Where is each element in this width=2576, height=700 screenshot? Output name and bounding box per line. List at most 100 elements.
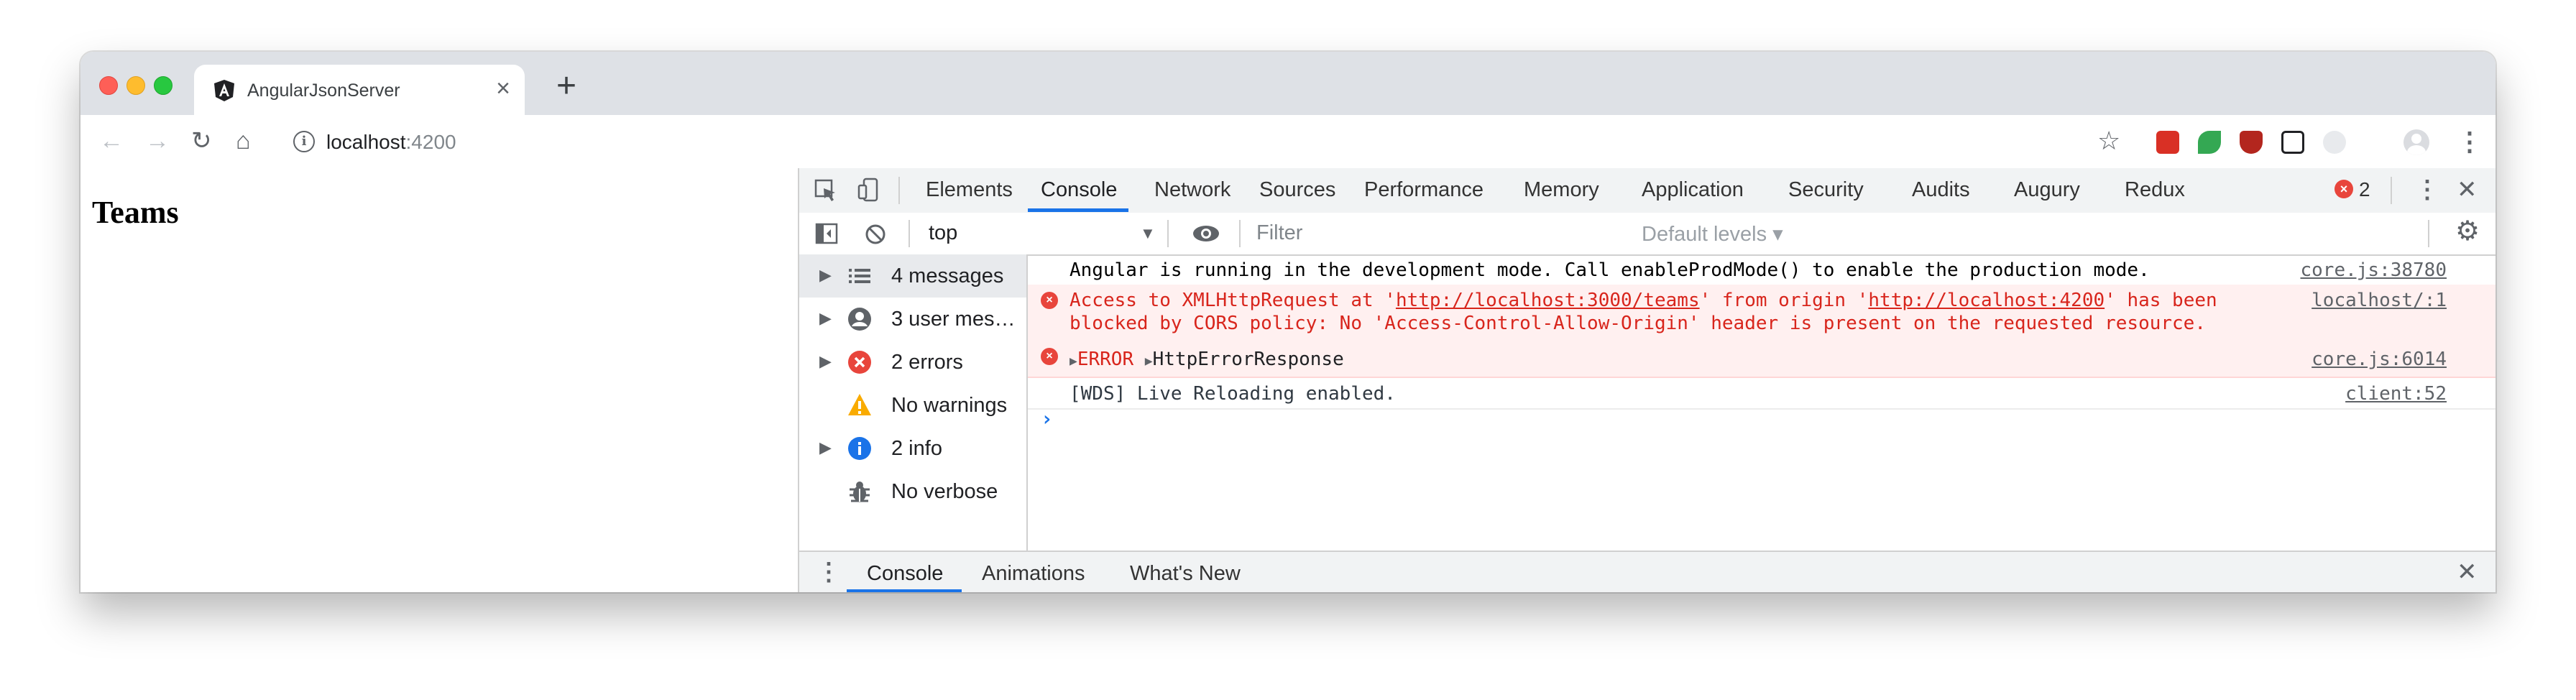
bookmark-star-icon[interactable]: ☆ <box>2097 126 2120 155</box>
tab-title: AngularJsonServer <box>247 80 400 101</box>
error-count-icon[interactable]: × <box>2334 180 2353 198</box>
separator <box>898 177 900 204</box>
sidebar-item-label: 2 errors <box>891 351 963 374</box>
devtools-menu-icon[interactable]: ⋮ <box>2415 175 2439 204</box>
extension-hex-icon[interactable] <box>2323 131 2346 154</box>
drawer-tab-console[interactable]: Console <box>867 562 943 586</box>
browser-toolbar: ← → ↻ ⌂ i localhost:4200 ☆ ⋮ <box>80 115 2496 170</box>
sidebar-item-label: 2 info <box>891 437 942 460</box>
tab-audits[interactable]: Audits <box>1912 178 1970 202</box>
extension-lastpass-icon[interactable] <box>2156 131 2179 154</box>
new-tab-button[interactable]: + <box>556 66 576 106</box>
home-icon[interactable]: ⌂ <box>236 125 251 157</box>
error-icon <box>848 351 871 374</box>
message-text: [WDS] Live Reloading enabled. <box>1070 383 1396 405</box>
list-icon <box>849 269 870 283</box>
page-viewport: Teams <box>80 168 799 592</box>
drawer-tab-animations[interactable]: Animations <box>982 562 1085 586</box>
page-title: Teams <box>92 195 179 230</box>
sidebar-item-messages[interactable]: ▶ 4 messages <box>799 254 1026 298</box>
drawer-tab-whats-new[interactable]: What's New <box>1130 562 1241 586</box>
message-text: Access to XMLHttpRequest at 'http://loca… <box>1070 290 2217 334</box>
expand-arrow-icon[interactable]: ▶ <box>819 438 832 457</box>
sidebar-item-warnings[interactable]: No warnings <box>799 384 1026 427</box>
drawer-active-indicator <box>847 589 962 592</box>
browser-window: AngularJsonServer × + ← → ↻ ⌂ i localhos… <box>80 52 2496 592</box>
tab-performance[interactable]: Performance <box>1364 178 1484 202</box>
log-levels-dropdown[interactable]: Default levels ▾ <box>1642 221 1783 247</box>
error-count-badge[interactable]: 2 <box>2359 178 2370 201</box>
clear-console-icon[interactable] <box>864 223 887 246</box>
expand-arrow-icon[interactable]: ▶ <box>819 352 832 371</box>
info-icon <box>848 437 871 460</box>
show-sidebar-icon[interactable] <box>815 223 838 244</box>
address-bar[interactable]: i localhost:4200 <box>282 122 2222 161</box>
maximize-window-button[interactable] <box>154 76 172 95</box>
sidebar-item-user-messages[interactable]: ▶ 3 user mes… <box>799 298 1026 341</box>
browser-tab[interactable]: AngularJsonServer × <box>194 65 525 115</box>
tab-security[interactable]: Security <box>1788 178 1864 202</box>
active-tab-indicator <box>1028 208 1128 212</box>
forward-icon[interactable]: → <box>145 125 170 157</box>
expand-arrow-icon[interactable]: ▶ <box>819 309 832 328</box>
separator <box>2391 177 2392 204</box>
console-message-http-error[interactable]: × ▶ERROR ▶HttpErrorResponse core.js:6014 <box>1028 341 2496 378</box>
message-source-link[interactable]: localhost/:1 <box>2312 289 2447 312</box>
separator <box>1239 220 1241 247</box>
tab-console[interactable]: Console <box>1041 178 1117 202</box>
tab-redux[interactable]: Redux <box>2125 178 2185 202</box>
console-toolbar: top ▼ Filter Default levels ▾ ⚙ <box>799 213 2496 256</box>
sidebar-item-label: 3 user mes… <box>891 308 1016 331</box>
sidebar-item-label: No warnings <box>891 394 1008 417</box>
message-source-link[interactable]: core.js:38780 <box>2301 259 2447 282</box>
tab-memory[interactable]: Memory <box>1524 178 1599 202</box>
minimize-window-button[interactable] <box>126 76 145 95</box>
console-sidebar: ▶ 4 messages ▶ 3 user mes… ▶ 2 errors No… <box>799 254 1028 551</box>
filter-input[interactable]: Filter <box>1256 221 1302 245</box>
drawer-menu-icon[interactable]: ⋮ <box>816 558 841 586</box>
tab-network[interactable]: Network <box>1154 178 1230 202</box>
tab-augury[interactable]: Augury <box>2014 178 2080 202</box>
console-settings-gear-icon[interactable]: ⚙ <box>2455 217 2480 246</box>
extension-ublock-icon[interactable] <box>2240 131 2263 154</box>
live-expression-eye-icon[interactable] <box>1192 223 1220 244</box>
tab-elements[interactable]: Elements <box>926 178 1013 202</box>
message-text: ▶ERROR ▶HttpErrorResponse <box>1070 349 1344 370</box>
tab-sources[interactable]: Sources <box>1259 178 1335 202</box>
browser-menu-icon[interactable]: ⋮ <box>2457 125 2483 158</box>
close-tab-icon[interactable]: × <box>496 75 510 103</box>
tab-application[interactable]: Application <box>1642 178 1744 202</box>
back-icon[interactable]: ← <box>99 125 124 157</box>
sidebar-item-info[interactable]: ▶ 2 info <box>799 427 1026 470</box>
request-url-link[interactable]: http://localhost:3000/teams <box>1396 290 1700 311</box>
sidebar-item-errors[interactable]: ▶ 2 errors <box>799 341 1026 384</box>
separator <box>1167 220 1169 247</box>
context-dropdown-icon[interactable]: ▼ <box>1140 224 1156 243</box>
console-message-log: [WDS] Live Reloading enabled. client:52 <box>1028 377 2496 410</box>
message-text: Angular is running in the development mo… <box>1070 259 2150 281</box>
close-drawer-icon[interactable]: ✕ <box>2457 558 2478 586</box>
close-devtools-icon[interactable]: ✕ <box>2457 175 2478 204</box>
error-icon: × <box>1041 348 1058 365</box>
extension-notion-icon[interactable] <box>2281 131 2304 154</box>
extension-leaf-icon[interactable] <box>2198 131 2221 154</box>
inspect-element-icon[interactable] <box>814 178 838 203</box>
site-info-icon[interactable]: i <box>293 131 315 152</box>
console-messages: Angular is running in the development mo… <box>1028 254 2496 551</box>
profile-avatar[interactable] <box>2404 129 2429 155</box>
reload-icon[interactable]: ↻ <box>191 125 212 157</box>
message-source-link[interactable]: core.js:6014 <box>2312 348 2447 371</box>
bug-icon <box>850 482 870 502</box>
close-window-button[interactable] <box>99 76 118 95</box>
expand-arrow-icon[interactable]: ▶ <box>819 266 832 285</box>
device-toolbar-icon[interactable] <box>857 177 881 203</box>
context-selector[interactable]: top <box>929 221 957 245</box>
console-prompt-chevron-icon[interactable]: › <box>1041 407 1053 430</box>
origin-url-link[interactable]: http://localhost:4200 <box>1868 290 2104 311</box>
sidebar-item-verbose[interactable]: No verbose <box>799 470 1026 513</box>
message-source-link[interactable]: client:52 <box>2345 382 2447 405</box>
url-text[interactable]: localhost:4200 <box>326 131 456 154</box>
console-message-info: Angular is running in the development mo… <box>1028 254 2496 286</box>
error-icon: × <box>1041 292 1058 309</box>
warning-icon <box>848 394 871 415</box>
